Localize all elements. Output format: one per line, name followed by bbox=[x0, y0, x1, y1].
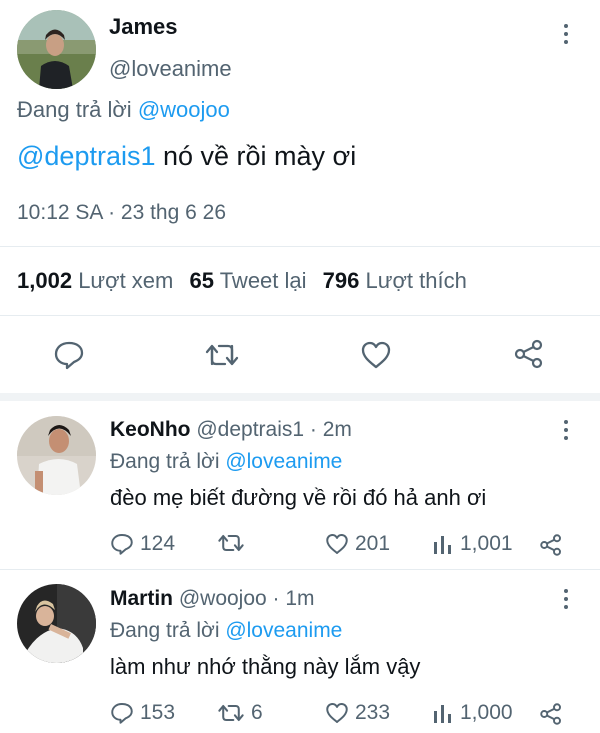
divider bbox=[0, 569, 600, 570]
heart-outline-icon bbox=[361, 341, 391, 369]
tweet-stats: 1,002 Lượt xem 65 Tweet lại 796 Lượt thí… bbox=[17, 268, 467, 294]
speech-bubble-icon bbox=[54, 341, 84, 370]
retweet-button[interactable] bbox=[204, 341, 240, 369]
reply-avatar[interactable] bbox=[17, 416, 96, 495]
reply-handle-time[interactable]: @deptrais1 · 2m bbox=[196, 418, 352, 441]
replying-to-line: Đang trả lời @loveanime bbox=[110, 619, 342, 643]
tweet-text: @deptrais1 nó về rồi mày ơi bbox=[17, 141, 356, 172]
retweet-arrows-icon bbox=[218, 534, 244, 552]
divider bbox=[0, 393, 600, 401]
like-count: 201 bbox=[355, 532, 391, 555]
retweets-stat[interactable]: 65 Tweet lại bbox=[190, 268, 313, 293]
heart-outline-icon bbox=[326, 703, 348, 723]
replying-prefix: Đang trả lời bbox=[17, 97, 132, 122]
more-options-icon[interactable] bbox=[563, 420, 569, 442]
share-button[interactable] bbox=[539, 702, 563, 726]
retweets-count: 65 bbox=[189, 268, 214, 293]
views-label: Lượt xem bbox=[78, 268, 174, 293]
reply-header: KeoNho @deptrais1 · 2m bbox=[110, 418, 352, 442]
reply-handle-time[interactable]: @woojoo · 1m bbox=[179, 587, 315, 610]
reply-count: 124 bbox=[140, 532, 176, 555]
view-count: 1,000 bbox=[460, 701, 513, 724]
retweet-arrows-icon bbox=[205, 344, 239, 366]
reply-button[interactable] bbox=[53, 340, 85, 370]
replying-to-handle[interactable]: @loveanime bbox=[225, 619, 342, 642]
tweet-body: nó về rồi mày ơi bbox=[155, 141, 357, 171]
views-button[interactable]: 1,000 bbox=[432, 701, 513, 725]
replying-to-handle[interactable]: @woojoo bbox=[138, 97, 230, 122]
tweet-mention[interactable]: @deptrais1 bbox=[17, 141, 155, 171]
like-count: 233 bbox=[355, 701, 391, 724]
reply-count: 153 bbox=[140, 701, 176, 724]
retweet-button[interactable] bbox=[217, 532, 251, 554]
reply-avatar[interactable] bbox=[17, 584, 96, 663]
reply-text: làm như nhớ thằng này lắm vậy bbox=[110, 654, 421, 679]
share-nodes-icon bbox=[540, 703, 561, 725]
reply-button[interactable]: 124 bbox=[110, 532, 175, 556]
tweet-timestamp[interactable]: 10:12 SA · 23 thg 6 26 bbox=[17, 201, 226, 225]
likes-count: 796 bbox=[322, 268, 360, 293]
replying-to-line: Đang trả lời @loveanime bbox=[110, 450, 342, 474]
divider bbox=[0, 315, 600, 316]
share-nodes-icon bbox=[514, 339, 543, 369]
views-stat[interactable]: 1,002 Lượt xem bbox=[17, 268, 180, 293]
bar-chart-icon bbox=[434, 536, 451, 554]
more-options-icon[interactable] bbox=[563, 589, 569, 611]
views-count: 1,002 bbox=[17, 268, 73, 293]
share-button[interactable] bbox=[539, 533, 563, 557]
replying-prefix: Đang trả lời bbox=[110, 619, 220, 642]
speech-bubble-icon bbox=[111, 703, 133, 724]
divider bbox=[0, 246, 600, 247]
bar-chart-icon bbox=[434, 705, 451, 723]
like-button[interactable]: 233 bbox=[325, 701, 390, 725]
retweet-arrows-icon bbox=[218, 704, 244, 722]
author-avatar[interactable] bbox=[17, 10, 96, 89]
author-handle[interactable]: @loveanime bbox=[109, 56, 232, 82]
reply-text: đèo mẹ biết đường về rồi đó hả anh ơi bbox=[110, 485, 487, 510]
more-options-icon[interactable] bbox=[563, 24, 569, 46]
reply-button[interactable]: 153 bbox=[110, 701, 175, 725]
likes-label: Lượt thích bbox=[365, 268, 467, 293]
reply-header: Martin @woojoo · 1m bbox=[110, 587, 315, 611]
like-button[interactable] bbox=[360, 340, 392, 370]
views-button[interactable]: 1,001 bbox=[432, 532, 513, 556]
replying-prefix: Đang trả lời bbox=[110, 450, 220, 473]
reply-author-name[interactable]: Martin bbox=[110, 587, 173, 610]
replying-to-handle[interactable]: @loveanime bbox=[225, 450, 342, 473]
share-button[interactable] bbox=[513, 339, 545, 369]
retweet-button[interactable]: 6 bbox=[217, 701, 263, 725]
view-count: 1,001 bbox=[460, 532, 513, 555]
reply-author-name[interactable]: KeoNho bbox=[110, 418, 191, 441]
likes-stat[interactable]: 796 Lượt thích bbox=[323, 268, 467, 293]
author-name[interactable]: James bbox=[109, 14, 178, 40]
replying-to-line: Đang trả lời @woojoo bbox=[17, 97, 230, 123]
speech-bubble-icon bbox=[111, 534, 133, 555]
share-nodes-icon bbox=[540, 534, 561, 556]
retweet-count: 6 bbox=[251, 701, 263, 724]
retweets-label: Tweet lại bbox=[219, 268, 307, 293]
like-button[interactable]: 201 bbox=[325, 532, 390, 556]
heart-outline-icon bbox=[326, 534, 348, 554]
